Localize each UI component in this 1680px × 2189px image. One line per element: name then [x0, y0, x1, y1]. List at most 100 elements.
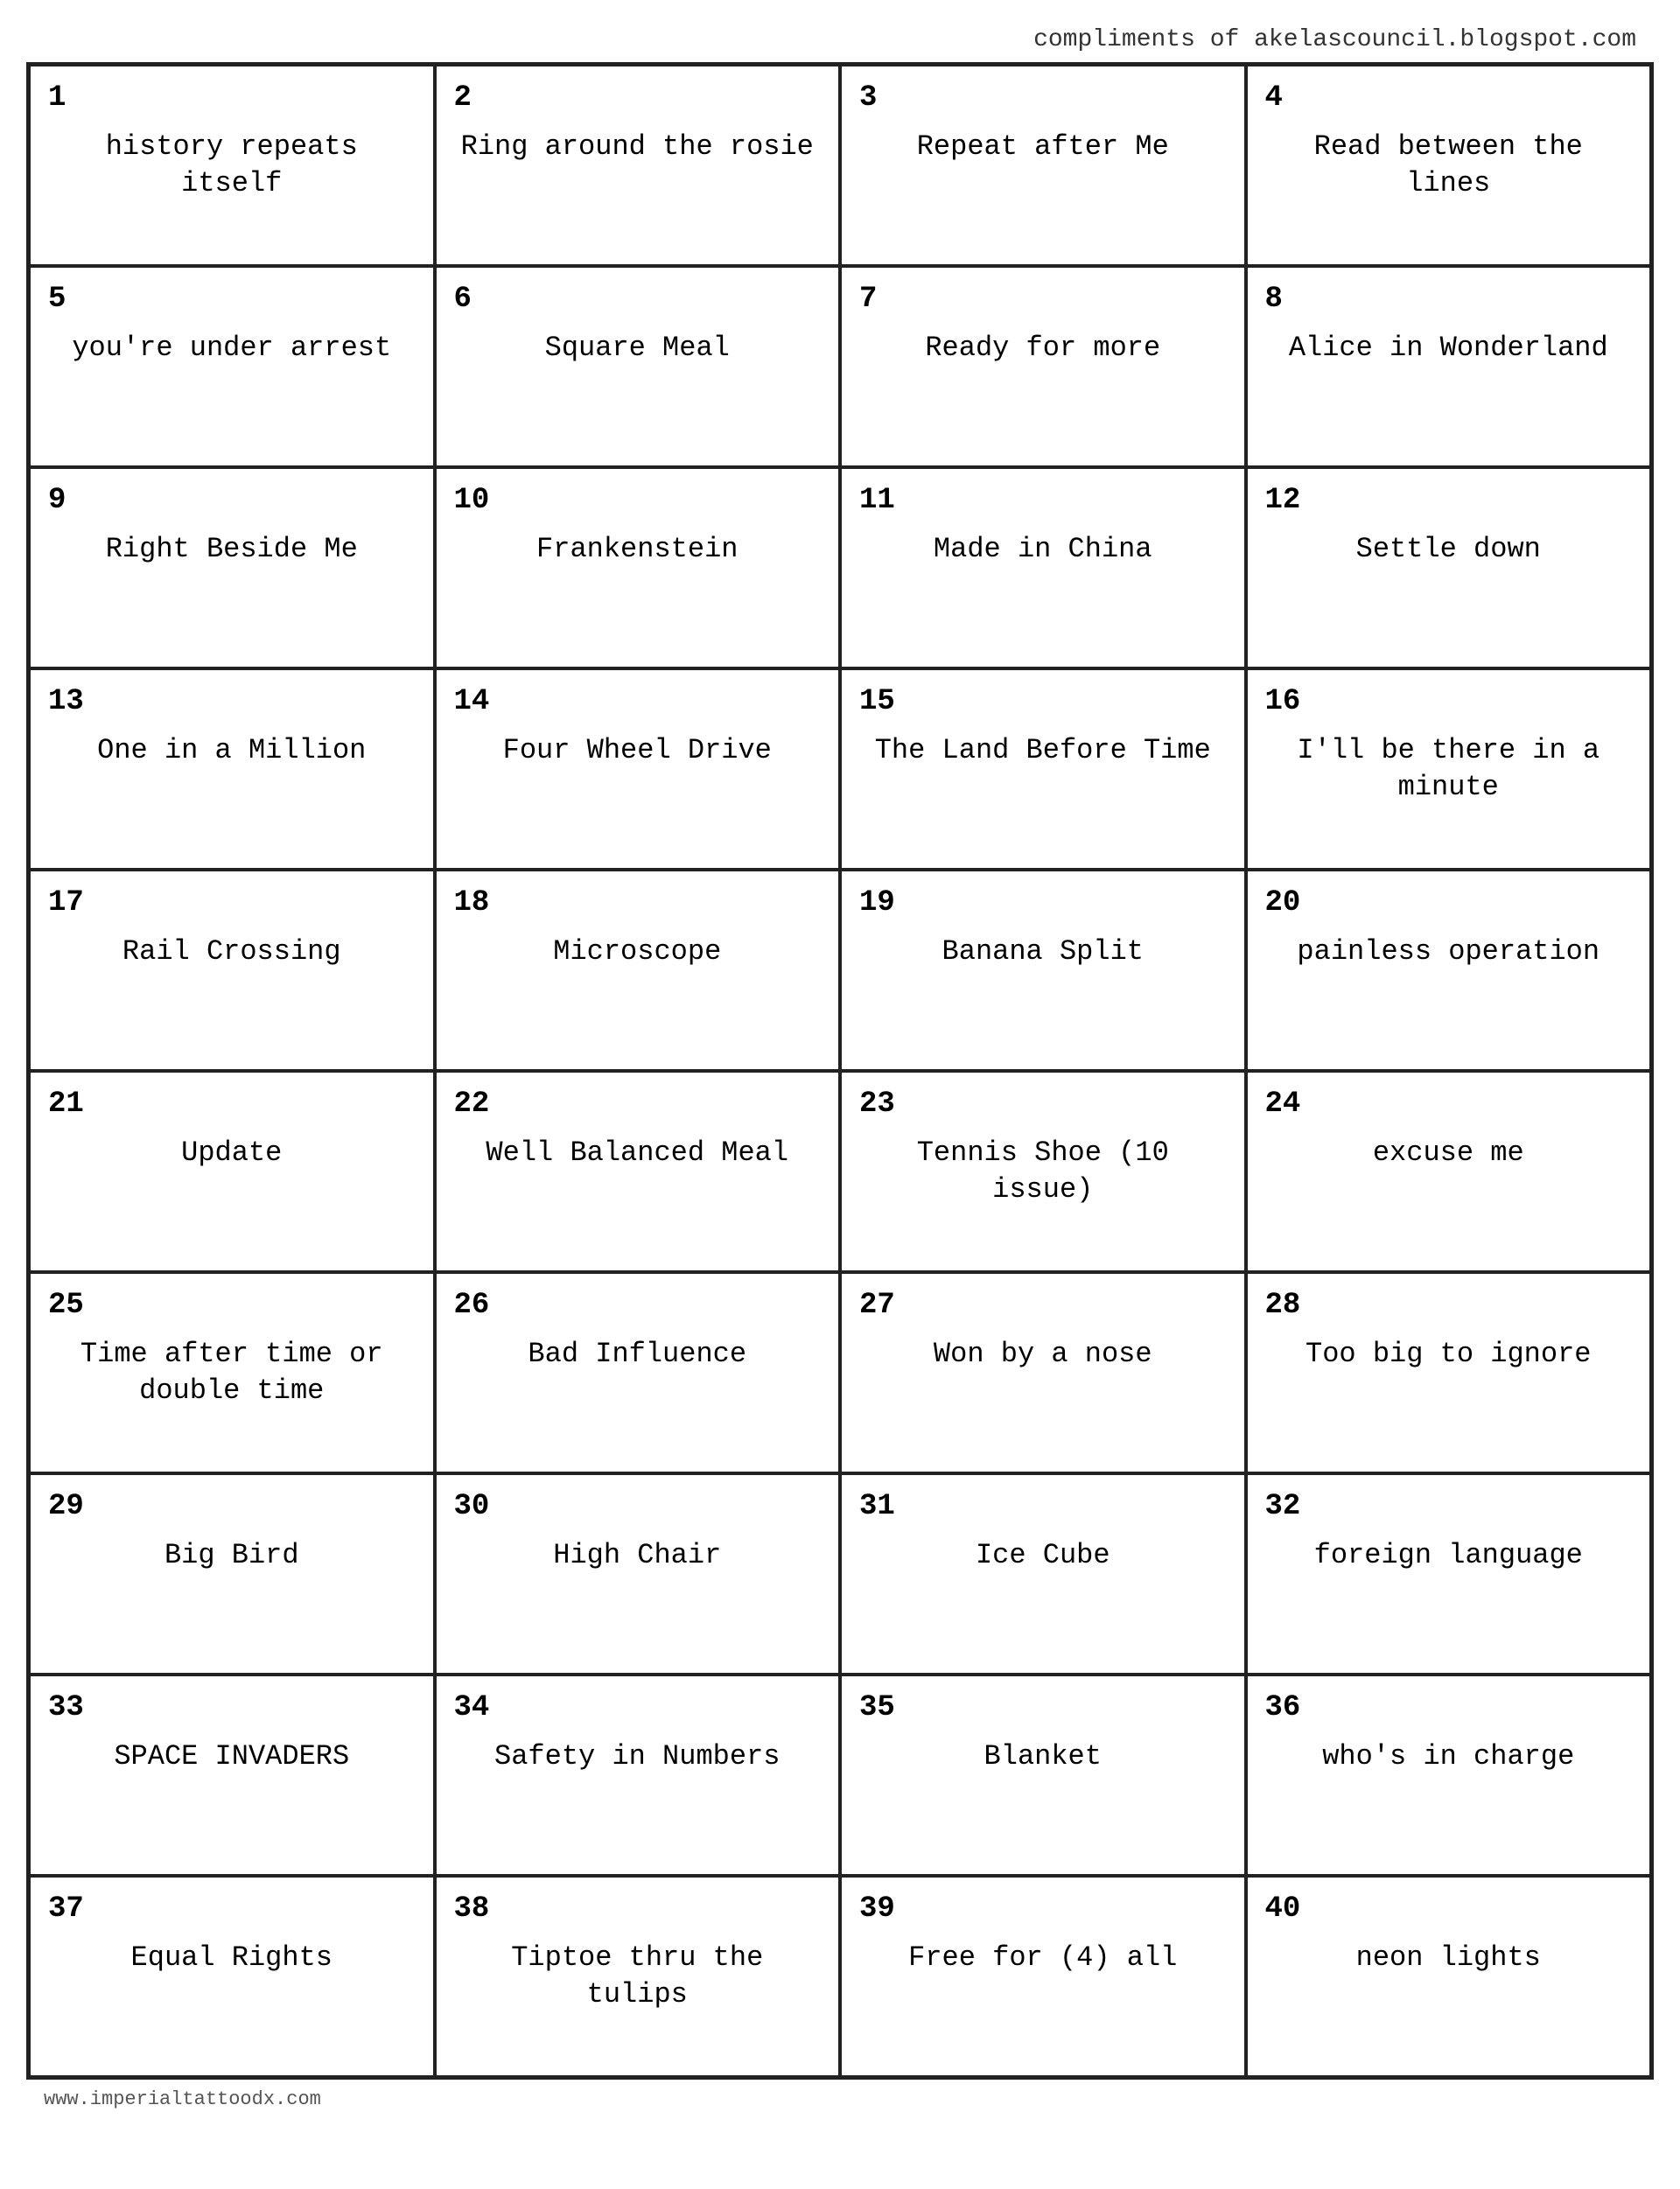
cell-text: Ring around the rosie [454, 129, 822, 165]
cell-number: 22 [454, 1088, 490, 1121]
cell-number: 6 [454, 283, 472, 316]
cell-text: Too big to ignore [1265, 1336, 1633, 1373]
cell-number: 24 [1265, 1088, 1301, 1121]
cell-number: 4 [1265, 82, 1283, 115]
cell-text: Rail Crossing [48, 934, 416, 970]
table-row: 15 The Land Before Time [840, 668, 1246, 870]
cell-number: 35 [859, 1692, 895, 1724]
table-row: 13 One in a Million [29, 668, 435, 870]
cell-text: Right Beside Me [48, 531, 416, 568]
cell-text: Blanket [859, 1738, 1227, 1775]
table-row: 11Made in China [840, 467, 1246, 668]
cell-number: 31 [859, 1491, 895, 1523]
cell-text: Bad Influence [454, 1336, 822, 1373]
table-row: 6 Square Meal [435, 266, 841, 467]
table-row: 10 Frankenstein [435, 467, 841, 668]
cell-text: Square Meal [454, 330, 822, 367]
cell-text: Four Wheel Drive [454, 732, 822, 769]
cell-number: 38 [454, 1893, 490, 1926]
table-row: 12Settle down [1246, 467, 1652, 668]
cell-number: 15 [859, 686, 895, 718]
cell-number: 14 [454, 686, 490, 718]
cell-text: Made in China [859, 531, 1227, 568]
cell-text: Big Bird [48, 1537, 416, 1574]
cell-text: Tiptoe thru the tulips [454, 1940, 822, 2012]
table-row: 17Rail Crossing [29, 870, 435, 1071]
table-row: 34Safety in Numbers [435, 1675, 841, 1876]
cell-text: excuse me [1265, 1135, 1633, 1171]
cell-number: 18 [454, 887, 490, 920]
table-row: 39 Free for (4) all [840, 1876, 1246, 2077]
cell-text: Time after time or double time [48, 1336, 416, 1409]
cell-number: 36 [1265, 1692, 1301, 1724]
cell-text: Well Balanced Meal [454, 1135, 822, 1171]
cell-number: 29 [48, 1491, 84, 1523]
table-row: 33 SPACE INVADERS [29, 1675, 435, 1876]
table-row: 20 painless operation [1246, 870, 1652, 1071]
table-row: 25 Time after time or double time [29, 1272, 435, 1473]
cell-text: history repeats itself [48, 129, 416, 201]
table-row: 23 Tennis Shoe (10 issue) [840, 1071, 1246, 1272]
cell-text: One in a Million [48, 732, 416, 769]
cell-text: Equal Rights [48, 1940, 416, 1976]
table-row: 2Ring around the rosie [435, 65, 841, 266]
cell-text: Microscope [454, 934, 822, 970]
table-row: 35 Blanket [840, 1675, 1246, 1876]
table-row: 30 High Chair [435, 1473, 841, 1675]
cell-number: 13 [48, 686, 84, 718]
table-row: 18 Microscope [435, 870, 841, 1071]
table-row: 14 Four Wheel Drive [435, 668, 841, 870]
cell-number: 32 [1265, 1491, 1301, 1523]
cell-number: 30 [454, 1491, 490, 1523]
cell-text: Ready for more [859, 330, 1227, 367]
table-row: 16I'll be there in a minute [1246, 668, 1652, 870]
table-row: 32 foreign language [1246, 1473, 1652, 1675]
cell-number: 25 [48, 1290, 84, 1322]
table-row: 22 Well Balanced Meal [435, 1071, 841, 1272]
table-row: 8 Alice in Wonderland [1246, 266, 1652, 467]
table-row: 5you're under arrest [29, 266, 435, 467]
table-row: 37Equal Rights [29, 1876, 435, 2077]
cell-number: 39 [859, 1893, 895, 1926]
table-row: 36 who's in charge [1246, 1675, 1652, 1876]
cell-number: 3 [859, 82, 877, 115]
cell-number: 9 [48, 485, 66, 517]
table-row: 26Bad Influence [435, 1272, 841, 1473]
cell-number: 19 [859, 887, 895, 920]
cell-number: 7 [859, 283, 877, 316]
cell-number: 23 [859, 1088, 895, 1121]
table-row: 4Read between the lines [1246, 65, 1652, 266]
cell-text: Settle down [1265, 531, 1633, 568]
table-row: 1 history repeats itself [29, 65, 435, 266]
cell-number: 33 [48, 1692, 84, 1724]
table-row: 29 Big Bird [29, 1473, 435, 1675]
cell-text: SPACE INVADERS [48, 1738, 416, 1775]
cell-text: Alice in Wonderland [1265, 330, 1633, 367]
cell-number: 1 [48, 82, 66, 115]
cell-text: who's in charge [1265, 1738, 1633, 1775]
cell-text: foreign language [1265, 1537, 1633, 1574]
cell-text: Banana Split [859, 934, 1227, 970]
cell-number: 16 [1265, 686, 1301, 718]
cell-text: Free for (4) all [859, 1940, 1227, 1976]
table-row: 27Won by a nose [840, 1272, 1246, 1473]
footer: www.imperialtattoodx.com [26, 2080, 1654, 2119]
cell-text: Tennis Shoe (10 issue) [859, 1135, 1227, 1207]
cell-text: painless operation [1265, 934, 1633, 970]
cell-text: High Chair [454, 1537, 822, 1574]
cell-text: Frankenstein [454, 531, 822, 568]
cell-number: 21 [48, 1088, 84, 1121]
table-row: 38 Tiptoe thru the tulips [435, 1876, 841, 2077]
cell-number: 10 [454, 485, 490, 517]
cell-number: 8 [1265, 283, 1283, 316]
table-row: 21Update [29, 1071, 435, 1272]
cell-number: 27 [859, 1290, 895, 1322]
cell-number: 40 [1265, 1893, 1301, 1926]
cell-number: 20 [1265, 887, 1301, 920]
table-row: 31Ice Cube [840, 1473, 1246, 1675]
table-row: 9 Right Beside Me [29, 467, 435, 668]
cell-number: 28 [1265, 1290, 1301, 1322]
cell-text: The Land Before Time [859, 732, 1227, 769]
cell-text: Repeat after Me [859, 129, 1227, 165]
cell-number: 5 [48, 283, 66, 316]
